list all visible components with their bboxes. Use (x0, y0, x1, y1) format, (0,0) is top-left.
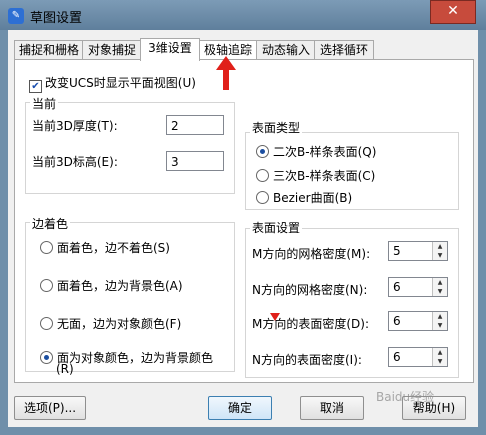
spin-up-icon[interactable]: ▲ (433, 242, 447, 251)
current-group-title: 当前 (30, 95, 59, 112)
radio-icon[interactable] (256, 191, 269, 204)
n-mesh-label: N方向的网格密度(N): (252, 283, 368, 297)
checkbox-checked-icon[interactable]: ✔ (29, 80, 42, 93)
thickness-label: 当前3D厚度(T): (32, 119, 118, 133)
m-surface-spinner[interactable]: 6 ▲ ▼ (388, 311, 448, 331)
surface-type-cubic[interactable]: 三次B-样条表面(C) (256, 167, 375, 184)
edge-option-1-label: 面着色，边不着色(S) (57, 241, 170, 255)
tab-object-snap[interactable]: 对象捕捉 (82, 40, 142, 59)
annotation-arrow-stem (223, 70, 229, 90)
n-mesh-spinner[interactable]: 6 ▲ ▼ (388, 277, 448, 297)
edge-option-4-label-cont: (R) (56, 362, 74, 376)
radio-icon[interactable] (40, 317, 53, 330)
tab-3d-settings[interactable]: 3维设置 (140, 38, 200, 61)
spinner-buttons[interactable]: ▲ ▼ (432, 348, 447, 366)
options-button[interactable]: 选项(P)... (14, 396, 86, 420)
m-mesh-label: M方向的网格密度(M): (252, 247, 371, 261)
edge-option-3[interactable]: 无面，边为对象颜色(F) (40, 315, 181, 332)
spin-down-icon[interactable]: ▼ (433, 251, 447, 260)
spin-down-icon[interactable]: ▼ (433, 321, 447, 330)
m-mesh-spinner[interactable]: 5 ▲ ▼ (388, 241, 448, 261)
surface-settings-title: 表面设置 (250, 219, 303, 236)
cancel-button[interactable]: 取消 (300, 396, 364, 420)
tab-panel-3d: ✔ 改变UCS时显示平面视图(U) 当前 当前3D厚度(T): 2 当前3D标高(… (14, 59, 474, 383)
spinner-buttons[interactable]: ▲ ▼ (432, 242, 447, 260)
ucs-plan-view-checkbox[interactable]: ✔ 改变UCS时显示平面视图(U) (29, 74, 196, 93)
annotation-arrow-icon (216, 56, 236, 70)
surface-type-bezier-label: Bezier曲面(B) (273, 191, 353, 205)
dialog-client: 捕捉和栅格 对象捕捉 3维设置 极轴追踪 动态输入 选择循环 ✔ 改变UCS时显示… (8, 30, 478, 427)
ucs-plan-view-label: 改变UCS时显示平面视图(U) (45, 76, 196, 90)
radio-icon[interactable] (256, 169, 269, 182)
spin-down-icon[interactable]: ▼ (433, 287, 447, 296)
ok-button[interactable]: 确定 (208, 396, 272, 420)
radio-selected-icon[interactable] (256, 145, 269, 158)
close-button[interactable]: ✕ (430, 0, 476, 24)
edge-option-4-label: 面为对象颜色，边为背景颜色 (57, 351, 214, 365)
surface-type-title: 表面类型 (250, 119, 303, 136)
m-mesh-value: 5 (393, 244, 401, 258)
window-title: 草图设置 (30, 11, 83, 26)
edge-option-1[interactable]: 面着色，边不着色(S) (40, 239, 170, 256)
edge-option-3-label: 无面，边为对象颜色(F) (57, 317, 182, 331)
tab-selection-cycling[interactable]: 选择循环 (314, 40, 374, 59)
title-bar[interactable]: ✎ 草图设置 ✕ (0, 0, 486, 30)
spinner-buttons[interactable]: ▲ ▼ (432, 312, 447, 330)
tab-dynamic-input[interactable]: 动态输入 (256, 40, 316, 59)
elevation-input[interactable]: 3 (166, 151, 224, 171)
watermark: Baidu经验 (376, 390, 435, 404)
radio-selected-icon[interactable] (40, 351, 53, 364)
edge-color-group: 边着色 面着色，边不着色(S) 面着色，边为背景色(A) 无面，边为对象颜色(F… (25, 215, 235, 376)
surface-type-bezier[interactable]: Bezier曲面(B) (256, 189, 352, 206)
current-group: 当前 当前3D厚度(T): 2 当前3D标高(E): 3 (25, 95, 235, 194)
edge-color-title: 边着色 (30, 215, 71, 232)
n-mesh-value: 6 (393, 280, 401, 294)
surface-type-quadratic[interactable]: 二次B-样条表面(Q) (256, 143, 376, 160)
n-surface-spinner[interactable]: 6 ▲ ▼ (388, 347, 448, 367)
radio-icon[interactable] (40, 241, 53, 254)
radio-icon[interactable] (40, 279, 53, 292)
dialog-window: ✎ 草图设置 ✕ 捕捉和栅格 对象捕捉 3维设置 极轴追踪 动态输入 选择循环 … (0, 0, 486, 435)
elevation-label: 当前3D标高(E): (32, 155, 118, 169)
m-surface-value: 6 (393, 314, 401, 328)
app-icon: ✎ (8, 8, 24, 24)
spinner-buttons[interactable]: ▲ ▼ (432, 278, 447, 296)
edge-option-2-label: 面着色，边为背景色(A) (57, 279, 183, 293)
surface-settings-group: 表面设置 M方向的网格密度(M): 5 ▲ ▼ N方向的网格密度(N): 6 ▲ ▼ M… (245, 219, 459, 378)
tab-snap-grid[interactable]: 捕捉和栅格 (14, 40, 84, 59)
edge-option-2[interactable]: 面着色，边为背景色(A) (40, 277, 183, 294)
spin-up-icon[interactable]: ▲ (433, 278, 447, 287)
surface-type-cubic-label: 三次B-样条表面(C) (273, 169, 376, 183)
n-surface-value: 6 (393, 350, 401, 364)
surface-type-group: 表面类型 二次B-样条表面(Q) 三次B-样条表面(C) Bezier曲面(B) (245, 119, 459, 210)
spin-down-icon[interactable]: ▼ (433, 357, 447, 366)
annotation-marker-icon (270, 313, 280, 321)
surface-type-quadratic-label: 二次B-样条表面(Q) (273, 145, 377, 159)
n-surface-label: N方向的表面密度(I): (252, 353, 362, 367)
spin-up-icon[interactable]: ▲ (433, 348, 447, 357)
spin-up-icon[interactable]: ▲ (433, 312, 447, 321)
thickness-input[interactable]: 2 (166, 115, 224, 135)
